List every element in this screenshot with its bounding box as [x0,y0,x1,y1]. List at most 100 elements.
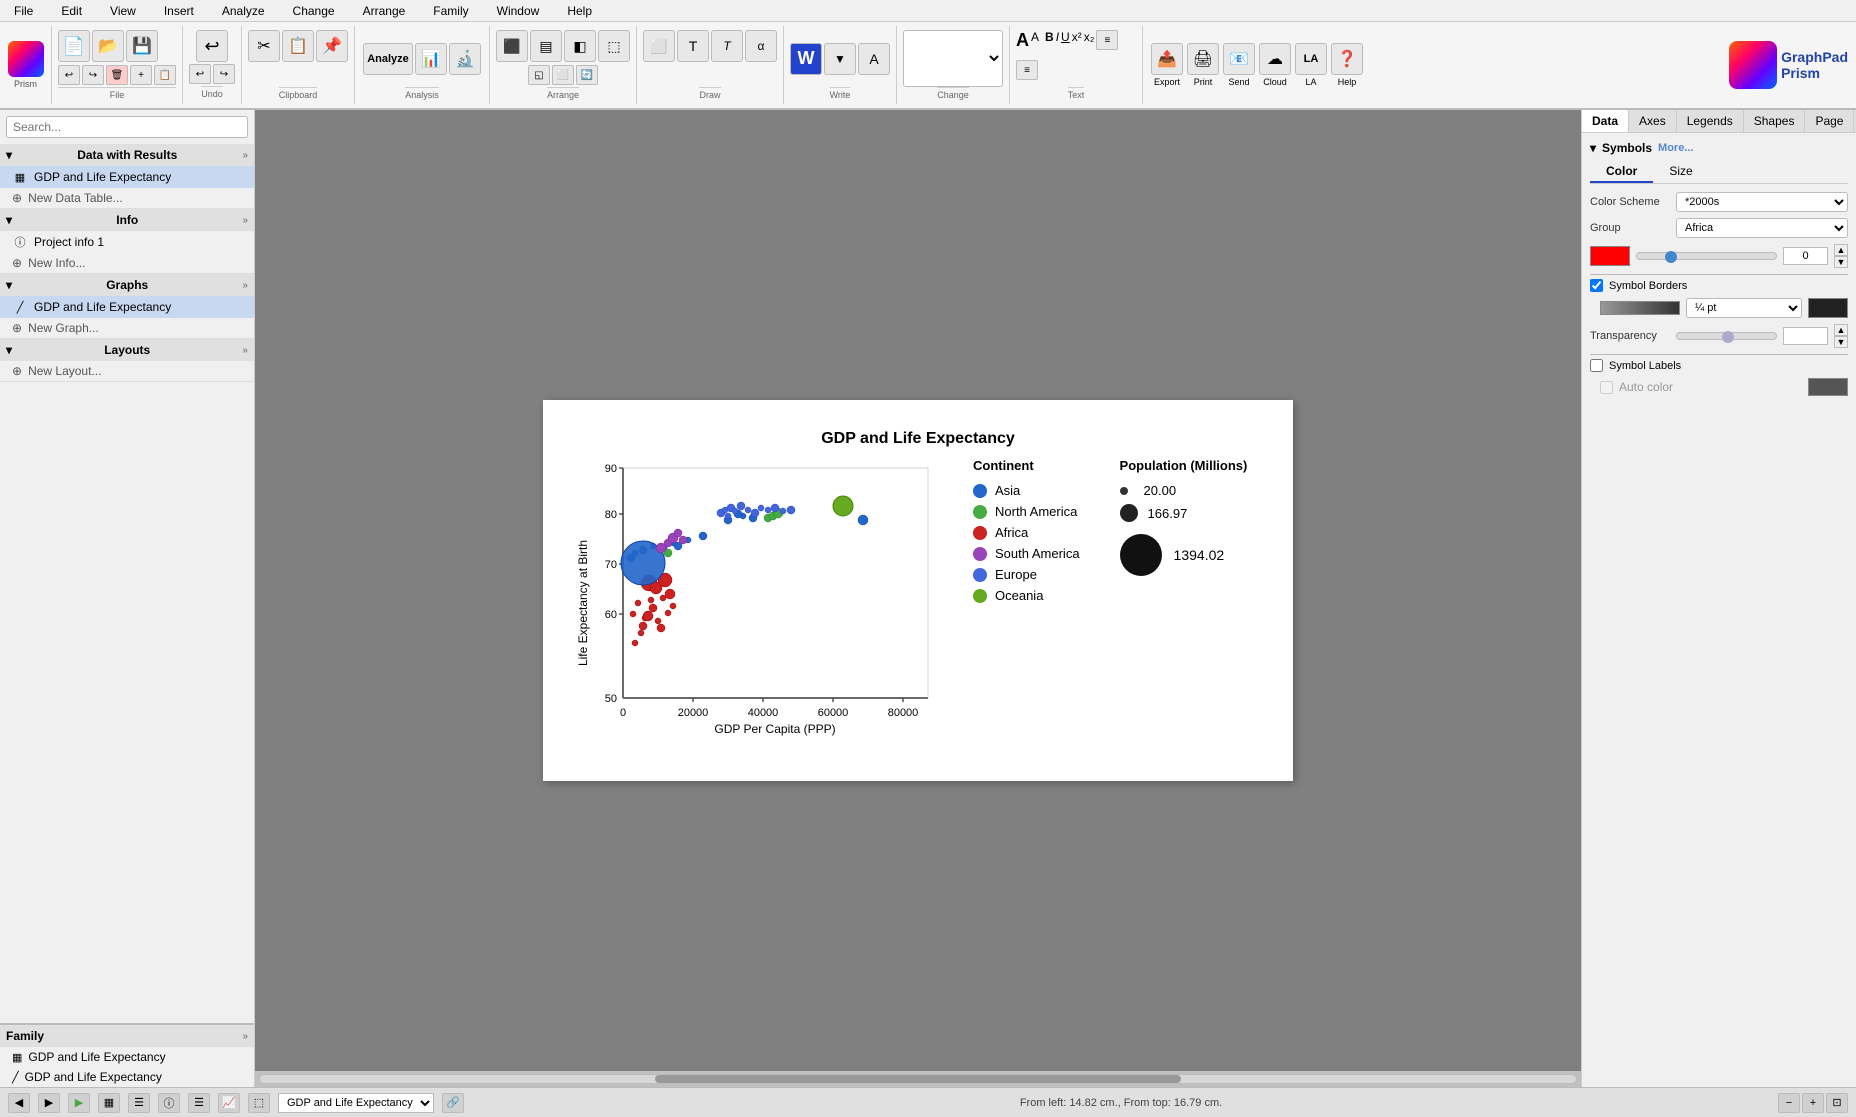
text-A-large[interactable]: A [1016,30,1029,58]
arr-sm2[interactable]: ⬜ [552,65,574,85]
print-btn[interactable]: 🖨 [1187,43,1219,75]
auto-color-swatch[interactable] [1808,378,1848,396]
trans-spin-down[interactable]: ▼ [1834,336,1848,348]
export-btn[interactable]: 📤 [1151,43,1183,75]
zoom-fit-btn[interactable]: ⊡ [1826,1093,1848,1113]
color-value-input[interactable] [1783,247,1828,265]
menu-insert[interactable]: Insert [158,2,200,20]
transparency-value-input[interactable]: 50 [1783,327,1828,345]
text-x-sub[interactable]: x₂ [1084,30,1095,58]
save-button[interactable]: 💾 [126,30,158,62]
family-item-2[interactable]: ╱ GDP and Life Expectancy [0,1067,254,1087]
status-list-btn[interactable]: ☰ [188,1093,210,1113]
text-x-super[interactable]: x² [1072,30,1082,58]
canvas-area[interactable]: GDP and Life Expectancy Life Expectancy … [255,110,1581,1071]
status-link-btn[interactable]: 🔗 [442,1093,464,1113]
trans-spin-up[interactable]: ▲ [1834,324,1848,336]
color-spin-down[interactable]: ▼ [1834,256,1848,268]
analysis-btn3[interactable]: 🔬 [449,43,481,75]
tab-legends[interactable]: Legends [1677,110,1744,132]
draw-btn4[interactable]: α [745,30,777,62]
status-layout-btn[interactable]: ⬚ [248,1093,270,1113]
tab-page[interactable]: Page [1805,110,1854,132]
menu-file[interactable]: File [8,2,39,20]
cloud-btn[interactable]: ☁ [1259,43,1291,75]
menu-analyze[interactable]: Analyze [216,2,271,20]
menu-window[interactable]: Window [491,2,546,20]
border-preview[interactable] [1600,301,1680,315]
help-btn[interactable]: ❓ [1331,43,1363,75]
arrange-btn1[interactable]: ⬛ [496,30,528,62]
status-grid-btn[interactable]: ▦ [98,1093,120,1113]
status-nav-right[interactable]: ▶ [38,1093,60,1113]
family-more[interactable]: » [242,1031,248,1042]
cut-button[interactable]: ✂ [248,30,280,62]
family-header[interactable]: Family » [0,1025,254,1047]
write-btn2[interactable]: ▼ [824,43,856,75]
undo-button[interactable]: ↩ [196,30,228,62]
tab-axes[interactable]: Axes [1629,110,1677,132]
auto-color-checkbox[interactable] [1600,381,1613,394]
size-tab[interactable]: Size [1653,161,1708,183]
text-italic[interactable]: I [1056,30,1059,58]
send-btn[interactable]: 📧 [1223,43,1255,75]
analysis-btn2[interactable]: 📊 [415,43,447,75]
delete-sm[interactable]: 🗑 [106,65,128,85]
draw-btn1[interactable]: ⬜ [643,30,675,62]
more-link[interactable]: More... [1658,142,1693,154]
status-info-btn[interactable]: ⓘ [158,1093,180,1113]
draw-btn3[interactable]: T [711,30,743,62]
font-select[interactable] [903,30,1003,87]
section-data-header[interactable]: ▾ Data with Results » [0,144,254,166]
write-btn3[interactable]: A [858,43,890,75]
arrange-btn4[interactable]: ⬚ [598,30,630,62]
menu-help[interactable]: Help [561,2,598,20]
section-info-more[interactable]: » [242,215,248,226]
zoom-in-btn[interactable]: + [1802,1093,1824,1113]
arr-sm1[interactable]: ◱ [528,65,550,85]
menu-view[interactable]: View [104,2,142,20]
color-swatch[interactable] [1590,246,1630,266]
status-nav-left[interactable]: ◀ [8,1093,30,1113]
transparency-slider[interactable] [1676,332,1777,340]
color-slider-thumb[interactable] [1665,251,1677,263]
color-slider[interactable] [1636,252,1777,260]
sidebar-item-gdp-graph[interactable]: ╱ GDP and Life Expectancy [0,296,254,318]
section-layouts-more[interactable]: » [242,345,248,356]
sidebar-item-gdp-data[interactable]: ▦ GDP and Life Expectancy [0,166,254,188]
menu-edit[interactable]: Edit [55,2,88,20]
sidebar-add-data[interactable]: ⊕ New Data Table... [0,188,254,208]
la-btn[interactable]: LA [1295,43,1327,75]
copy-sm[interactable]: 📋 [154,65,176,85]
status-graph-btn[interactable]: 📈 [218,1093,240,1113]
sidebar-add-info[interactable]: ⊕ New Info... [0,253,254,273]
analyze-btn[interactable]: Analyze [363,43,413,75]
sidebar-add-graph[interactable]: ⊕ New Graph... [0,318,254,338]
sidebar-item-project-info[interactable]: ⓘ Project info 1 [0,231,254,253]
redo-sm[interactable]: ↪ [82,65,104,85]
menu-change[interactable]: Change [287,2,341,20]
sheet-select[interactable]: GDP and Life Expectancy [278,1093,434,1113]
color-spin-up[interactable]: ▲ [1834,244,1848,256]
section-layouts-header[interactable]: ▾ Layouts » [0,339,254,361]
section-info-header[interactable]: ▾ Info » [0,209,254,231]
section-data-more[interactable]: » [242,150,248,161]
undo-sm[interactable]: ↩ [58,65,80,85]
undo-sm2[interactable]: ↩ [189,64,211,84]
status-nav-play[interactable]: ▶ [68,1093,90,1113]
symbol-borders-checkbox[interactable] [1590,279,1603,292]
write-w-btn[interactable]: W [790,43,822,75]
menu-family[interactable]: Family [427,2,474,20]
scrollbar-track[interactable] [259,1074,1577,1084]
arrange-btn3[interactable]: ◧ [564,30,596,62]
section-graphs-header[interactable]: ▾ Graphs » [0,274,254,296]
tab-data[interactable]: Data [1582,110,1629,132]
arrange-btn2[interactable]: ▤ [530,30,562,62]
symbols-header[interactable]: ▾ Symbols More... [1590,141,1848,155]
section-graphs-more[interactable]: » [242,280,248,291]
redo-sm2[interactable]: ↪ [213,64,235,84]
family-item-1[interactable]: ▦ GDP and Life Expectancy [0,1047,254,1067]
transparency-thumb[interactable] [1722,331,1734,343]
symbol-labels-checkbox[interactable] [1590,359,1603,372]
scrollbar-thumb[interactable] [655,1075,1181,1083]
